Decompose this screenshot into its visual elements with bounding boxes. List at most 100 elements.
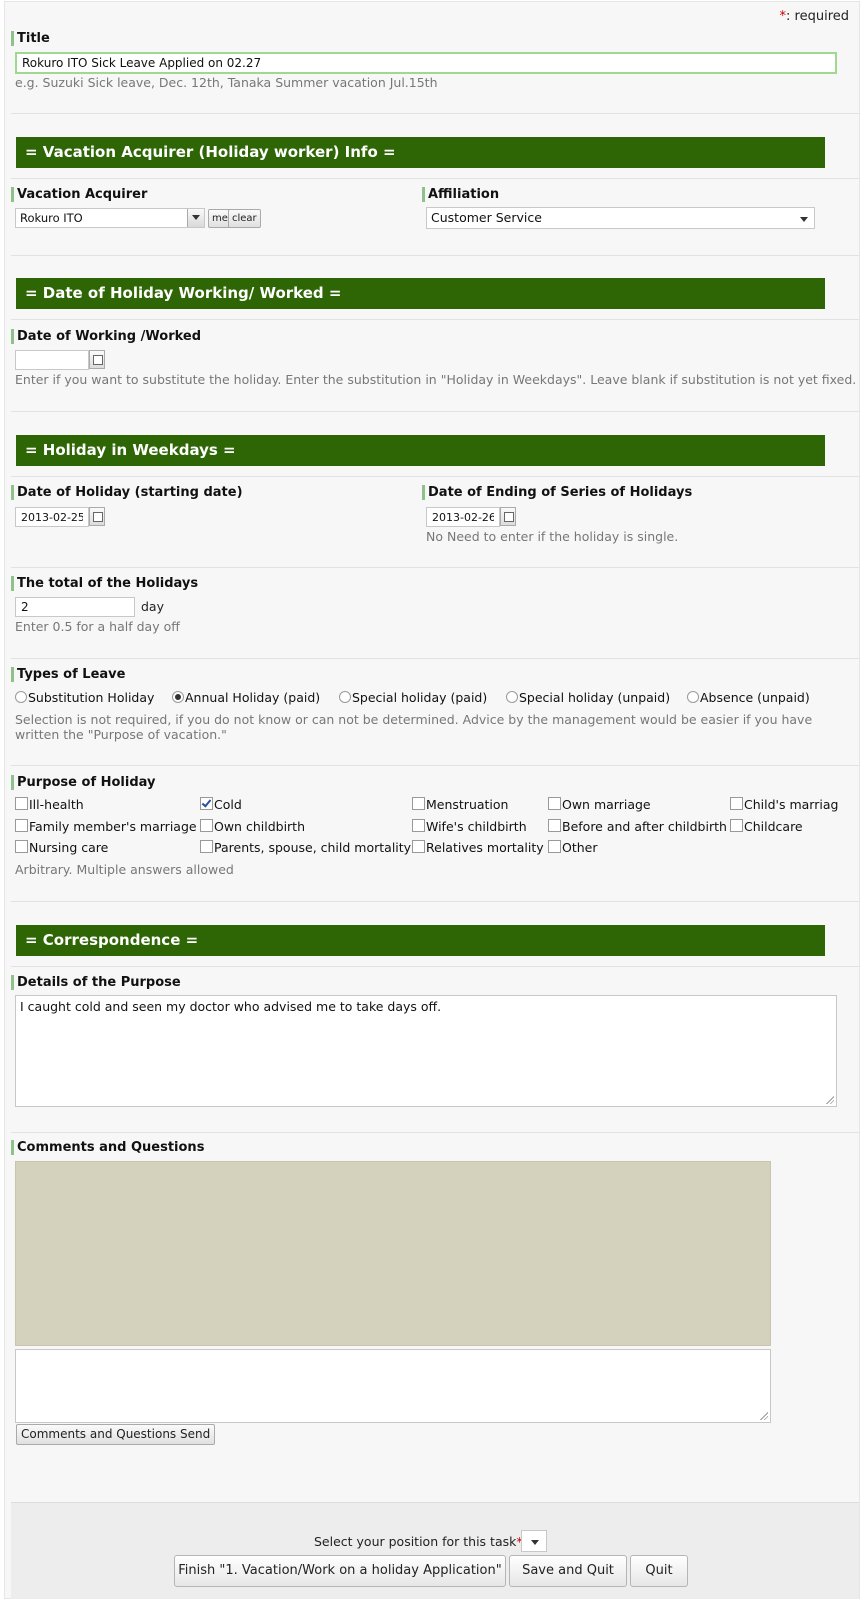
affiliation-value: Customer Service [431,210,542,225]
divider [11,255,859,256]
checkbox-wifes-childbirth[interactable]: Wife's childbirth [412,819,527,834]
holiday-end-hint: No Need to enter if the holiday is singl… [426,529,679,544]
save-and-quit-button[interactable]: Save and Quit [509,1555,627,1587]
checkbox-icon[interactable] [412,840,425,853]
radio-special-holiday-unpaid[interactable]: Special holiday (unpaid) [506,690,670,705]
required-note: *: required [780,9,849,24]
affiliation-select[interactable]: Customer Service [426,207,815,229]
required-text: : required [786,9,849,24]
divider [11,411,859,412]
checkbox-icon[interactable] [200,840,213,853]
comments-label: Comments and Questions [11,1140,204,1155]
divider [11,476,859,477]
vacation-acquirer-combobox[interactable]: Rokuro ITO [15,208,205,228]
radio-absence-unpaid[interactable]: Absence (unpaid) [687,690,810,705]
combobox-arrow-icon[interactable] [187,209,204,227]
checkbox-icon[interactable] [412,797,425,810]
divider [11,113,859,114]
section-header-weekdays: = Holiday in Weekdays = [16,435,825,466]
checkbox-parents-mortality[interactable]: Parents, spouse, child mortality [200,840,411,855]
chevron-down-icon [800,217,808,222]
checkbox-ill-health[interactable]: Ill-health [15,797,84,812]
affiliation-label: Affiliation [422,187,499,202]
holiday-end-input[interactable] [426,507,500,527]
checkbox-icon[interactable] [548,797,561,810]
radio-icon[interactable] [339,691,351,703]
checkbox-family-marriage[interactable]: Family member's marriage [15,819,197,834]
details-text: I caught cold and seen my doctor who adv… [20,999,442,1014]
divider [11,178,859,179]
checkbox-icon[interactable] [200,819,213,832]
checkbox-menstruation[interactable]: Menstruation [412,797,508,812]
title-label: Title [11,31,50,46]
calendar-icon[interactable] [89,350,105,369]
vacation-acquirer-label: Vacation Acquirer [11,187,147,202]
radio-special-holiday-paid[interactable]: Special holiday (paid) [339,690,487,705]
checkbox-icon[interactable] [15,840,28,853]
chevron-down-icon [531,1540,539,1545]
form-page: *: required Title e.g. Suzuki Sick leave… [4,1,860,1599]
radio-selected-icon[interactable] [172,691,184,703]
checkbox-icon[interactable] [730,819,743,832]
date-worked-label: Date of Working /Worked [11,329,201,344]
vacation-acquirer-value: Rokuro ITO [20,211,83,225]
divider [11,966,859,967]
leave-types-label: Types of Leave [11,667,125,682]
date-worked-input[interactable] [15,350,89,370]
checkbox-relatives-mortality[interactable]: Relatives mortality [412,840,544,855]
date-worked-hint: Enter if you want to substitute the holi… [15,372,857,387]
checkbox-icon[interactable] [730,797,743,810]
title-input[interactable] [15,52,837,74]
holiday-end-label: Date of Ending of Series of Holidays [422,485,692,500]
comments-history [15,1161,771,1346]
checkbox-checked-icon[interactable] [200,797,213,810]
checkbox-icon[interactable] [15,819,28,832]
divider [11,567,859,568]
position-label-row: Select your position for this task* [314,1534,523,1549]
checkbox-icon[interactable] [548,819,561,832]
checkbox-icon[interactable] [548,840,561,853]
radio-annual-holiday[interactable]: Annual Holiday (paid) [172,690,320,705]
quit-button[interactable]: Quit [630,1555,688,1587]
holiday-start-label: Date of Holiday (starting date) [11,485,243,500]
radio-icon[interactable] [506,691,518,703]
checkbox-own-marriage[interactable]: Own marriage [548,797,651,812]
position-select[interactable] [521,1530,547,1552]
footer-bar: Select your position for this task* Fini… [11,1502,859,1599]
calendar-icon[interactable] [500,507,516,526]
resize-grip-icon[interactable] [825,1095,834,1104]
section-header-date-worked: = Date of Holiday Working/ Worked = [16,278,825,309]
divider [11,765,859,766]
holiday-start-input[interactable] [15,507,89,527]
checkbox-childs-marriage[interactable]: Child's marriag [730,797,842,812]
checkbox-own-childbirth[interactable]: Own childbirth [200,819,305,834]
purpose-hint: Arbitrary. Multiple answers allowed [15,862,234,877]
total-holidays-input[interactable] [15,597,135,617]
position-label: Select your position for this task [314,1534,517,1549]
comments-send-button[interactable]: Comments and Questions Send [16,1424,216,1445]
checkbox-nursing-care[interactable]: Nursing care [15,840,108,855]
calendar-icon[interactable] [89,507,105,526]
details-textarea[interactable]: I caught cold and seen my doctor who adv… [15,995,837,1107]
clear-button[interactable]: clear [228,209,261,228]
total-hint: Enter 0.5 for a half day off [15,619,180,634]
checkbox-other[interactable]: Other [548,840,598,855]
radio-substitution-holiday[interactable]: Substitution Holiday [15,690,154,705]
resize-grip-icon[interactable] [759,1411,768,1420]
title-hint: e.g. Suzuki Sick leave, Dec. 12th, Tanak… [15,75,438,90]
total-unit: day [141,599,164,614]
radio-icon[interactable] [15,691,27,703]
checkbox-icon[interactable] [412,819,425,832]
checkbox-icon[interactable] [15,797,28,810]
checkbox-cold[interactable]: Cold [200,797,242,812]
purpose-label: Purpose of Holiday [11,775,156,790]
details-label: Details of the Purpose [11,975,181,990]
checkbox-childcare[interactable]: Childcare [730,819,803,834]
divider [11,319,859,320]
divider [11,1132,859,1133]
radio-icon[interactable] [687,691,699,703]
checkbox-before-after-childbirth[interactable]: Before and after childbirth [548,819,727,834]
comment-input[interactable] [15,1349,771,1423]
finish-button[interactable]: Finish "1. Vacation/Work on a holiday Ap… [174,1555,506,1587]
divider [11,901,859,902]
